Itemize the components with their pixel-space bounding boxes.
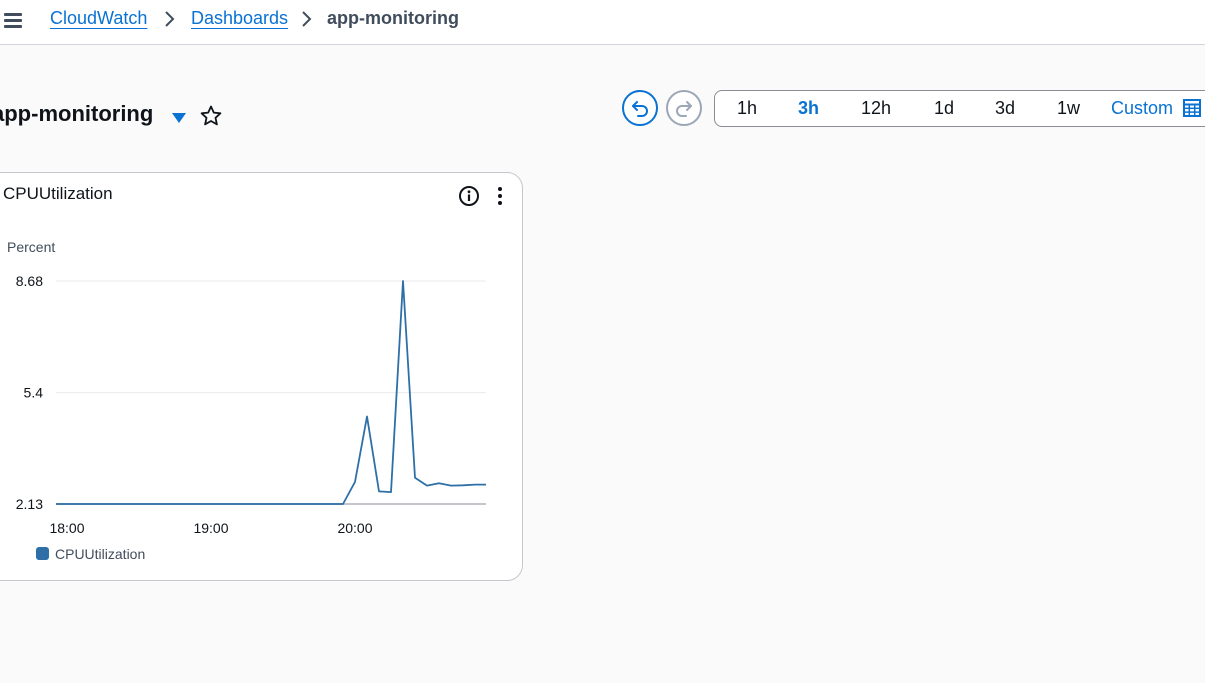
cpu-utilization-widget: CPUUtilization Percent 8.68 5.4 2.13 18:00 1… — [0, 172, 523, 581]
redo-icon — [676, 101, 692, 117]
top-navigation-bar: CloudWatch Dashboards app-monitoring — [0, 0, 1205, 45]
y-tick-label: 8.68 — [16, 273, 43, 289]
x-tick-label: 18:00 — [49, 520, 84, 536]
time-range-3d[interactable]: 3d — [995, 98, 1015, 119]
redo-button[interactable] — [666, 90, 702, 126]
page-title: app-monitoring — [0, 101, 154, 126]
chevron-right-icon — [302, 11, 312, 27]
time-range-1d[interactable]: 1d — [934, 98, 954, 119]
chevron-right-icon — [165, 11, 175, 27]
time-range-custom[interactable]: Custom — [1111, 98, 1173, 119]
star-icon[interactable] — [199, 104, 223, 128]
legend-swatch — [36, 547, 49, 560]
menu-icon[interactable] — [4, 10, 24, 30]
caret-down-icon[interactable] — [171, 111, 187, 125]
breadcrumb-link-cloudwatch[interactable]: CloudWatch — [50, 8, 147, 29]
x-tick-label: 20:00 — [337, 520, 372, 536]
breadcrumb-link-dashboards[interactable]: Dashboards — [191, 8, 288, 29]
breadcrumb-current: app-monitoring — [327, 8, 459, 28]
undo-icon — [632, 101, 648, 117]
y-tick-label: 2.13 — [16, 496, 43, 512]
time-range-1h[interactable]: 1h — [737, 98, 757, 119]
time-range-selector: 1h 3h 12h 1d 3d 1w Custom — [714, 90, 1205, 127]
undo-button[interactable] — [622, 90, 658, 126]
time-range-1w[interactable]: 1w — [1057, 98, 1080, 119]
y-tick-label: 5.4 — [24, 385, 44, 401]
calendar-icon[interactable] — [1183, 99, 1201, 117]
cpu-utilization-chart: 8.68 5.4 2.13 18:00 19:00 20:00 — [16, 273, 486, 536]
legend-label[interactable]: CPUUtilization — [55, 546, 145, 562]
x-tick-label: 19:00 — [193, 520, 228, 536]
time-range-12h[interactable]: 12h — [861, 98, 891, 119]
time-range-3h[interactable]: 3h — [798, 98, 819, 119]
